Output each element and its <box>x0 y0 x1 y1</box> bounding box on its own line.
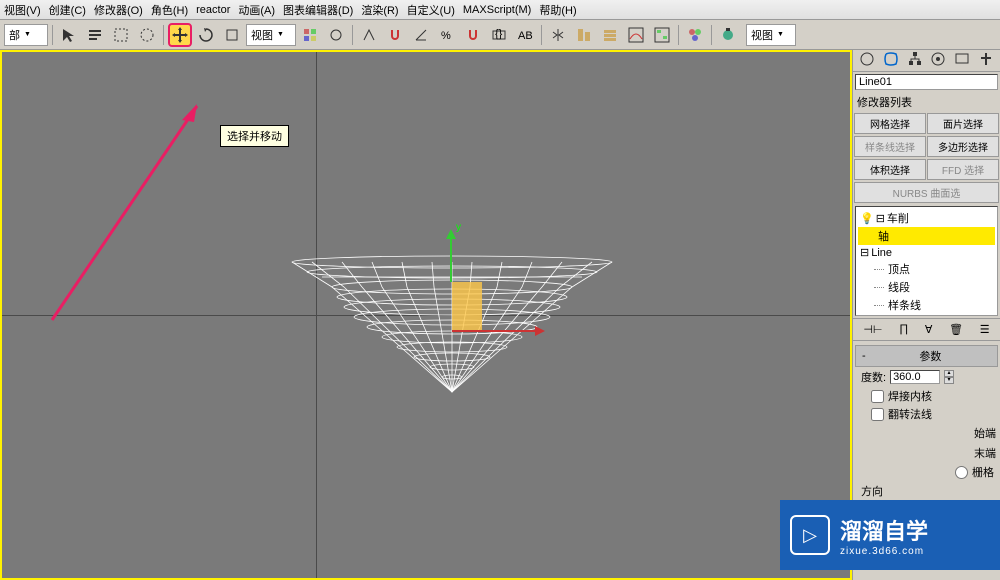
menu-modifiers[interactable]: 修改器(O) <box>94 2 143 18</box>
toolbar-main: 部 视图 % {} ABC 视图 <box>0 20 1000 50</box>
gizmo-plane[interactable] <box>452 282 482 332</box>
flip-normals-checkbox[interactable] <box>871 408 884 421</box>
watermark: ▷ 溜溜自学 zixue.3d66.com <box>780 500 1000 570</box>
percent-snap-icon[interactable]: % <box>435 23 459 47</box>
viewport-axis-h <box>2 315 850 316</box>
menu-customize[interactable]: 自定义(U) <box>407 2 455 18</box>
select-and-rotate-icon[interactable] <box>194 23 218 47</box>
ffd-select-button[interactable]: FFD 选择 <box>927 159 999 180</box>
grid-radio[interactable] <box>955 466 968 479</box>
tab-display-icon[interactable] <box>954 51 970 70</box>
reference-coord-dropdown[interactable]: 视图 <box>246 24 296 46</box>
menu-create[interactable]: 创建(C) <box>49 2 86 18</box>
stack-axis[interactable]: 轴 <box>858 227 995 245</box>
parameters-rollout: 参数 度数: ▴▾ 焊接内核 翻转法线 始端 末端 栅格 方向 <box>855 345 998 501</box>
flip-normals-label: 翻转法线 <box>888 406 932 422</box>
schematic-view-icon[interactable] <box>650 23 674 47</box>
make-unique-icon[interactable]: ∀ <box>925 323 933 336</box>
watermark-logo-icon: ▷ <box>790 515 830 555</box>
menu-view[interactable]: 视图(V) <box>4 2 41 18</box>
tooltip-move: 选择并移动 <box>220 125 289 147</box>
curve-editor-icon[interactable] <box>624 23 648 47</box>
render-preset-dropdown[interactable]: 视图 <box>746 24 796 46</box>
select-manipulate-icon[interactable] <box>324 23 348 47</box>
viewport-axis-v <box>316 52 317 578</box>
menu-animation[interactable]: 动画(A) <box>238 2 275 18</box>
svg-text:%: % <box>441 30 451 42</box>
degree-spinner[interactable]: ▴▾ <box>944 370 954 384</box>
menu-maxscript[interactable]: MAXScript(M) <box>463 4 531 16</box>
layer-manager-icon[interactable] <box>598 23 622 47</box>
degree-input[interactable] <box>890 370 940 384</box>
stack-lathe[interactable]: 💡⊟车削 <box>858 209 995 227</box>
gizmo-y-label: y <box>456 222 461 233</box>
weld-core-checkbox[interactable] <box>871 390 884 403</box>
cap-start-label: 始端 <box>974 425 996 441</box>
render-scene-icon[interactable] <box>716 23 740 47</box>
named-sel-sets-icon[interactable]: {} <box>487 23 511 47</box>
vol-select-button[interactable]: 体积选择 <box>854 159 926 180</box>
tab-utilities-icon[interactable] <box>978 51 994 70</box>
face-select-button[interactable]: 面片选择 <box>927 113 999 134</box>
poly-select-button[interactable]: 多边形选择 <box>927 136 999 157</box>
menu-reactor[interactable]: reactor <box>196 4 230 16</box>
menu-render[interactable]: 渲染(R) <box>361 2 398 18</box>
parameters-header[interactable]: 参数 <box>855 345 998 367</box>
svg-text:ABC: ABC <box>518 30 533 42</box>
remove-modifier-icon[interactable]: 🗑 <box>949 323 963 336</box>
tab-hierarchy-icon[interactable] <box>907 51 923 70</box>
mirror-icon[interactable] <box>546 23 570 47</box>
menu-grapheditor[interactable]: 图表编辑器(D) <box>283 2 353 18</box>
configure-sets-icon[interactable]: ☰ <box>980 323 990 336</box>
menu-help[interactable]: 帮助(H) <box>539 2 576 18</box>
select-and-move-button[interactable] <box>168 23 192 47</box>
pin-stack-icon[interactable]: ⊣⊢ <box>863 323 882 336</box>
gizmo-x-axis[interactable] <box>452 330 542 332</box>
use-pivot-center-icon[interactable] <box>298 23 322 47</box>
select-rect-icon[interactable] <box>109 23 133 47</box>
object-name-input[interactable]: Line01 <box>855 74 998 90</box>
watermark-brand: 溜溜自学 <box>840 514 928 546</box>
gizmo-y-axis[interactable] <box>450 232 452 282</box>
stack-toolbar: ⊣⊢ ∏ ∀ 🗑 ☰ <box>853 318 1000 341</box>
modifier-stack[interactable]: 💡⊟车削 轴 ⊟Line 顶点 线段 样条线 <box>855 206 998 316</box>
command-panel-tabs <box>853 50 1000 72</box>
mesh-select-button[interactable]: 网格选择 <box>854 113 926 134</box>
stack-spline[interactable]: 样条线 <box>858 296 995 314</box>
degree-label: 度数: <box>861 369 886 385</box>
selection-filter-dropdown[interactable]: 部 <box>4 24 48 46</box>
edit-named-sel-icon[interactable]: ABC <box>513 23 537 47</box>
spline-select-button[interactable]: 样条线选择 <box>854 136 926 157</box>
nurbs-button[interactable]: NURBS 曲面选 <box>854 182 999 203</box>
material-editor-icon[interactable] <box>683 23 707 47</box>
viewport[interactable]: y 选择并移动 <box>0 50 852 580</box>
select-and-scale-icon[interactable] <box>220 23 244 47</box>
align-icon[interactable] <box>572 23 596 47</box>
menu-bar: 视图(V) 创建(C) 修改器(O) 角色(H) reactor 动画(A) 图… <box>0 0 1000 20</box>
tab-motion-icon[interactable] <box>930 51 946 70</box>
stack-vertex[interactable]: 顶点 <box>858 260 995 278</box>
annotation-arrow <box>42 102 202 322</box>
modifier-list-label: 修改器列表 <box>853 92 1000 112</box>
lightbulb-icon: 💡 <box>860 212 874 225</box>
grid-label: 栅格 <box>972 464 994 480</box>
stack-segment[interactable]: 线段 <box>858 278 995 296</box>
watermark-url: zixue.3d66.com <box>840 546 928 557</box>
snap-toggle-icon[interactable] <box>383 23 407 47</box>
cap-end-label: 末端 <box>974 445 996 461</box>
angle-snap-icon[interactable] <box>409 23 433 47</box>
spinner-snap-icon[interactable] <box>461 23 485 47</box>
show-end-result-icon[interactable]: ∏ <box>899 323 908 336</box>
keyboard-shortcut-icon[interactable] <box>357 23 381 47</box>
tab-modify-icon[interactable] <box>883 51 899 70</box>
select-window-icon[interactable] <box>135 23 159 47</box>
select-by-name-icon[interactable] <box>83 23 107 47</box>
select-object-icon[interactable] <box>57 23 81 47</box>
menu-character[interactable]: 角色(H) <box>151 2 188 18</box>
stack-line[interactable]: ⊟Line <box>858 245 995 260</box>
direction-label: 方向 <box>861 483 883 499</box>
svg-text:{}: {} <box>495 28 503 40</box>
weld-core-label: 焊接内核 <box>888 388 932 404</box>
tab-create-icon[interactable] <box>859 51 875 70</box>
